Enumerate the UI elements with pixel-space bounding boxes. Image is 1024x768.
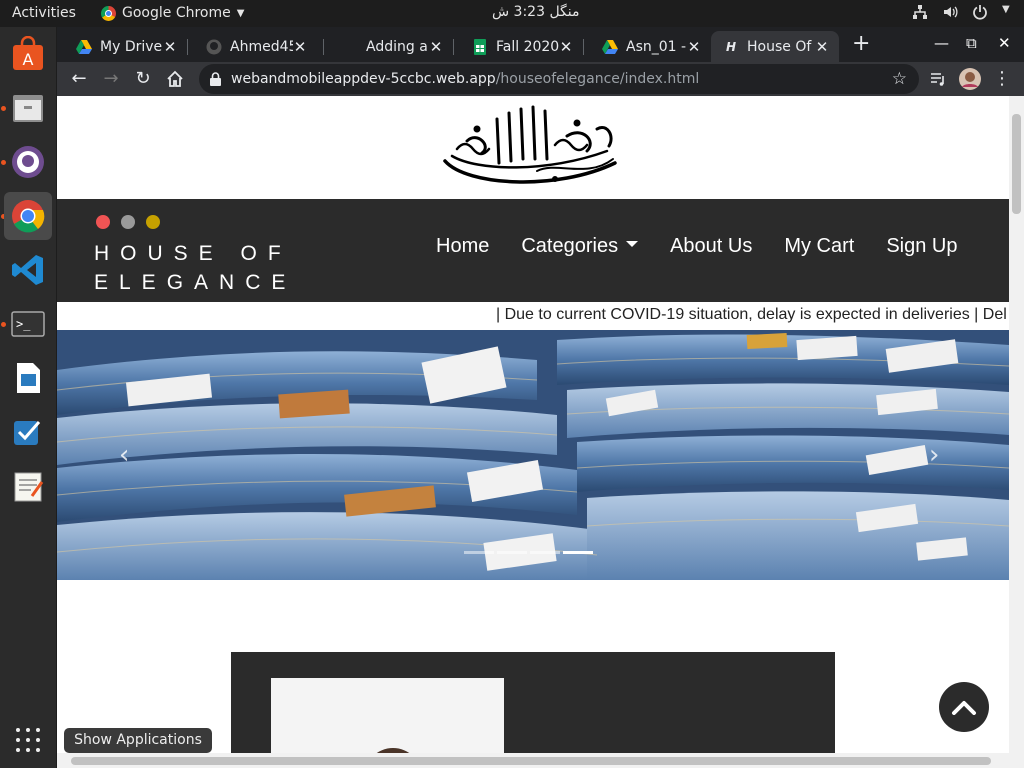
url-host: webandmobileappdev-5ccbc.web.app [231, 71, 496, 87]
brand-line-1: HOUSE OF [94, 242, 292, 265]
chrome-icon [101, 5, 116, 21]
google-drive-icon [602, 39, 618, 55]
chevron-down-icon: ▼ [236, 7, 245, 19]
google-drive-icon [76, 39, 92, 55]
vscode-icon[interactable] [4, 246, 52, 294]
nav-categories-label: Categories [521, 235, 619, 257]
header-logo-area [57, 96, 1009, 199]
close-window-icon[interactable]: ✕ [998, 34, 1011, 52]
carousel-indicators [464, 551, 593, 554]
carousel-next-icon[interactable]: › [929, 440, 939, 470]
page-viewport: HOUSE OF ELEGANCE Home Categories About … [57, 96, 1009, 768]
svg-text:>_: >_ [16, 317, 31, 331]
show-applications-tooltip: Show Applications [64, 728, 212, 753]
activities-button[interactable]: Activities [12, 5, 76, 21]
house-icon: H [725, 39, 737, 54]
tab-house-of-elegance[interactable]: H House Of ✕ [711, 31, 839, 62]
close-icon[interactable]: ✕ [687, 38, 701, 56]
brand-logo[interactable]: HOUSE OF ELEGANCE [94, 239, 296, 297]
product-card [231, 652, 835, 768]
clock[interactable]: منگل 3:23 ش [492, 4, 580, 20]
close-icon[interactable]: ✕ [559, 38, 573, 56]
bismillah-calligraphy-logo [443, 105, 617, 184]
reload-icon[interactable]: ↻ [132, 68, 154, 90]
brand-line-2: ELEGANCE [94, 271, 297, 294]
browser-toolbar: ← → ↻ webandmobileappdev-5ccbc.web.app/h… [57, 62, 1024, 96]
carousel-indicator[interactable] [497, 551, 527, 554]
show-applications-icon[interactable] [16, 728, 40, 752]
main-menu: Home Categories About Us My Cart Sign Up [436, 235, 958, 258]
dot-red [96, 215, 110, 229]
terminal-icon[interactable]: >_ [4, 300, 52, 348]
close-icon[interactable]: ✕ [815, 38, 829, 56]
tab-adding[interactable]: Adding a ✕ [323, 31, 453, 62]
dot-grey [121, 215, 135, 229]
vertical-scrollbar[interactable] [1009, 96, 1024, 768]
marquee-text: | Due to current COVID-19 situation, del… [496, 306, 1007, 323]
close-icon[interactable]: ✕ [429, 38, 443, 56]
tab-strip: My Drive ✕ Ahmed45 ✕ Adding a ✕ Fall 202… [57, 27, 1024, 62]
network-icon [912, 4, 928, 20]
home-icon[interactable] [164, 68, 186, 90]
url-path: /houseofelegance/index.html [495, 71, 700, 87]
dock: A >_ [0, 27, 56, 768]
scroll-to-top-button[interactable] [939, 682, 989, 732]
svg-text:A: A [23, 50, 34, 69]
minimize-icon[interactable]: — [934, 34, 949, 52]
tab-github[interactable]: Ahmed45 ✕ [187, 31, 317, 62]
chrome-icon[interactable] [4, 192, 52, 240]
caret-down-icon [626, 240, 639, 247]
forward-icon[interactable]: → [100, 68, 122, 90]
back-icon[interactable]: ← [68, 68, 90, 90]
chevron-down-icon: ▼ [1002, 4, 1010, 15]
avatar[interactable] [959, 68, 981, 90]
carousel-prev-icon[interactable]: ‹ [119, 440, 129, 470]
carousel-indicator[interactable] [563, 551, 593, 554]
software-center-icon[interactable]: A [4, 30, 52, 78]
nav-about-us[interactable]: About Us [670, 235, 752, 258]
carousel-indicator[interactable] [464, 551, 494, 554]
nav-categories[interactable]: Categories [521, 235, 639, 258]
libreoffice-draw-icon[interactable] [4, 354, 52, 402]
nav-home[interactable]: Home [436, 235, 489, 258]
hero-carousel: ‹ › [57, 330, 1009, 580]
bookmark-star-icon[interactable]: ☆ [892, 69, 907, 89]
github-icon [206, 39, 222, 55]
nav-sign-up[interactable]: Sign Up [886, 235, 957, 258]
system-top-bar: Activities Google Chrome ▼ منگل 3:23 ش ▼ [0, 0, 1024, 27]
restore-icon[interactable]: ⧉ [966, 34, 977, 52]
app-menu[interactable]: Google Chrome ▼ [101, 5, 244, 21]
system-tray[interactable]: ▼ [912, 4, 1012, 20]
horizontal-scrollbar[interactable] [57, 753, 1009, 768]
chrome-window: My Drive ✕ Ahmed45 ✕ Adding a ✕ Fall 202… [57, 27, 1024, 768]
close-icon[interactable]: ✕ [163, 38, 177, 56]
chevron-up-icon [952, 701, 976, 715]
text-editor-icon[interactable] [4, 462, 52, 510]
jeans-stack-image [57, 330, 1009, 580]
power-icon [972, 4, 988, 20]
close-icon[interactable]: ✕ [293, 38, 307, 56]
tab-asn-01[interactable]: Asn_01 - ( ✕ [583, 31, 711, 62]
volume-icon [942, 4, 958, 20]
site-navbar: HOUSE OF ELEGANCE Home Categories About … [57, 199, 1009, 302]
new-tab-button[interactable]: + [852, 33, 870, 55]
files-icon[interactable] [4, 84, 52, 132]
carousel-indicator[interactable] [530, 551, 560, 554]
media-queue-icon[interactable] [927, 68, 949, 90]
blank-icon [342, 39, 358, 55]
announcement-marquee: | Due to current COVID-19 situation, del… [57, 302, 1009, 330]
tasks-icon[interactable] [4, 408, 52, 456]
tab-my-drive[interactable]: My Drive ✕ [57, 31, 187, 62]
nav-my-cart[interactable]: My Cart [784, 235, 854, 258]
dot-gold [146, 215, 160, 229]
more-menu-icon[interactable]: ⋮ [991, 68, 1013, 90]
app-menu-label: Google Chrome [122, 5, 231, 21]
tab-fall-2020[interactable]: Fall 2020 ✕ [453, 31, 583, 62]
decorative-dots [96, 215, 160, 229]
lock-icon [210, 72, 221, 86]
google-sheets-icon [472, 38, 488, 55]
github-desktop-icon[interactable] [4, 138, 52, 186]
address-bar[interactable]: webandmobileappdev-5ccbc.web.app/houseof… [199, 64, 919, 94]
